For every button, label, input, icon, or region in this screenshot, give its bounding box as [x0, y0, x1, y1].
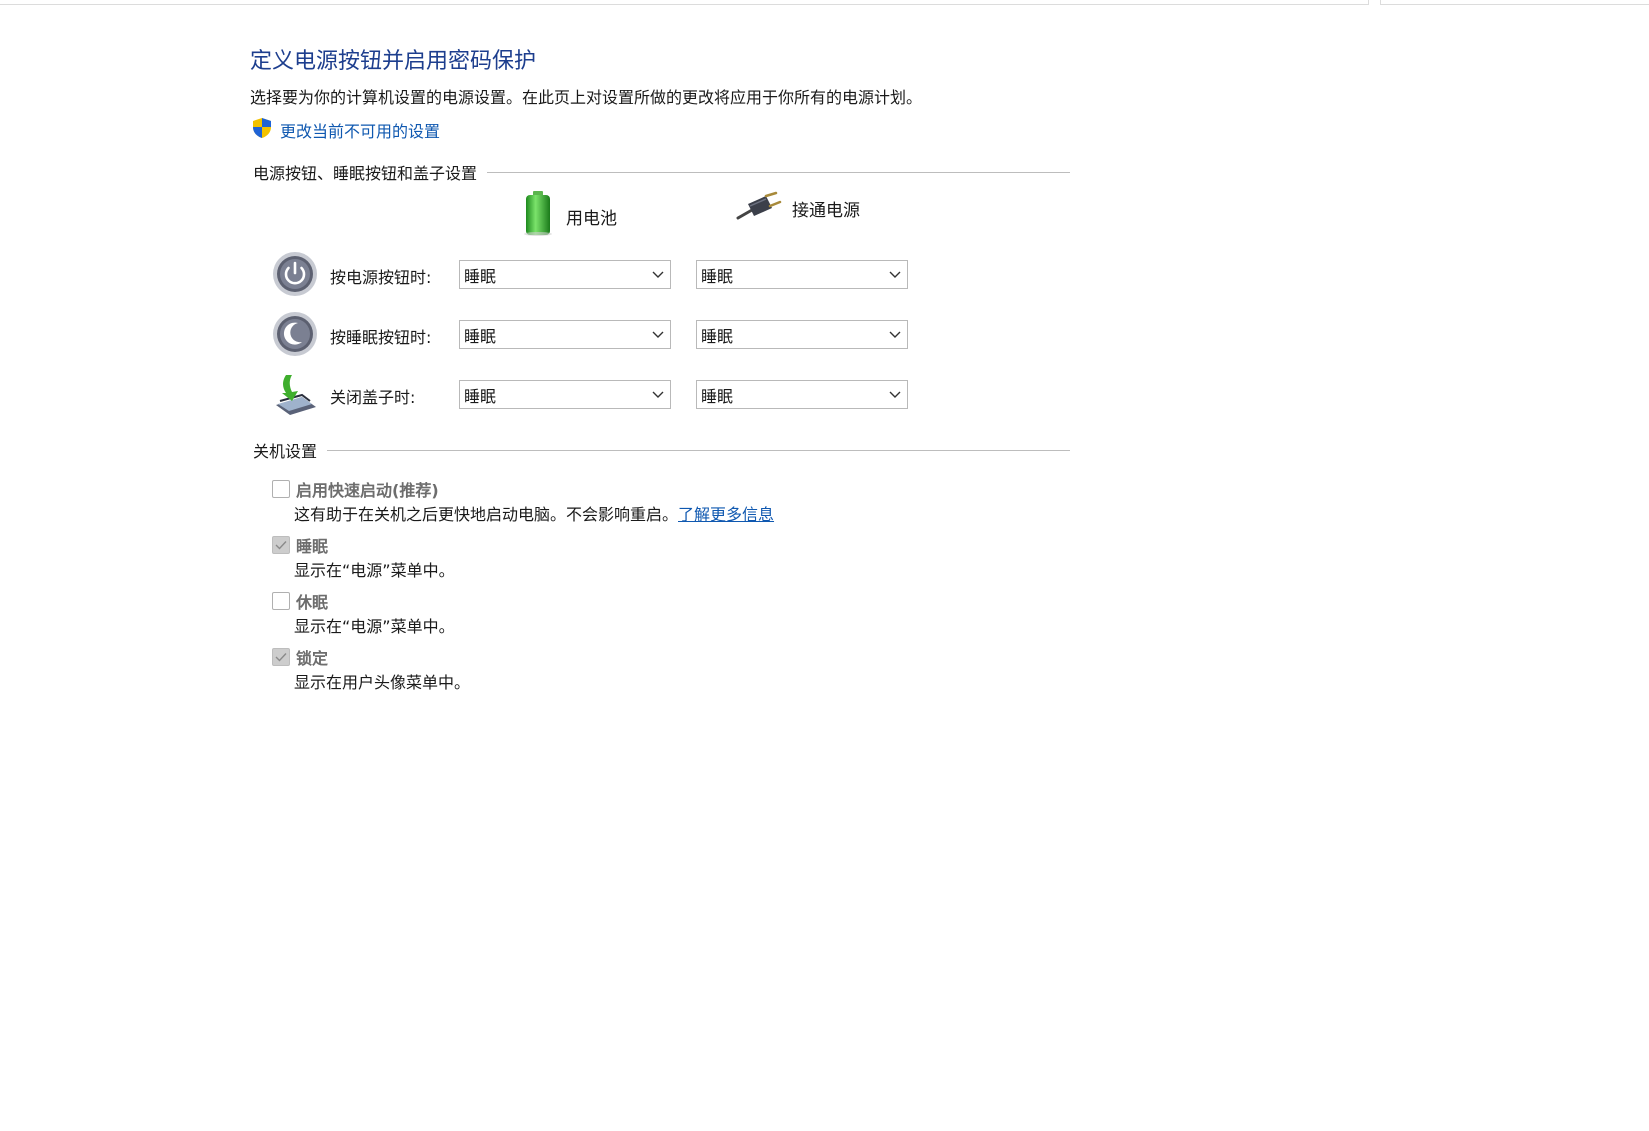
power-button-icon — [272, 251, 318, 297]
chevron-down-icon — [646, 391, 670, 399]
shutdown-settings-group-header: 关机设置 — [253, 438, 1070, 462]
chevron-down-icon — [883, 331, 907, 339]
close-lid-row-label: 关闭盖子时: — [330, 388, 416, 407]
fast-startup-description-text: 这有助于在关机之后更快地启动电脑。不会影响重启。 — [294, 505, 679, 524]
selected-value: 睡眠 — [701, 386, 734, 406]
top-border-right — [1380, 0, 1649, 5]
selected-value: 睡眠 — [464, 326, 497, 346]
hibernate-option[interactable]: 休眠 — [272, 589, 328, 613]
close-lid-plugged-in-select[interactable]: 睡眠 — [696, 380, 908, 409]
shutdown-settings-group-title: 关机设置 — [253, 442, 318, 461]
lock-description: 显示在用户头像菜单中。 — [294, 673, 471, 692]
hibernate-label: 休眠 — [296, 593, 329, 612]
sleep-description: 显示在“电源”菜单中。 — [294, 561, 455, 580]
power-plug-icon — [736, 190, 782, 227]
selected-value: 睡眠 — [701, 326, 734, 346]
power-button-row-label: 按电源按钮时: — [330, 268, 432, 287]
fast-startup-checkbox[interactable] — [272, 480, 290, 498]
column-on-battery: 用电池 — [520, 190, 617, 243]
column-plugged-in: 接通电源 — [736, 190, 860, 227]
selected-value: 睡眠 — [701, 266, 734, 286]
sleep-button-row-label: 按睡眠按钮时: — [330, 328, 432, 347]
column-plugged-in-label: 接通电源 — [792, 201, 860, 221]
selected-value: 睡眠 — [464, 266, 497, 286]
lock-label: 锁定 — [296, 649, 329, 668]
selected-value: 睡眠 — [464, 386, 497, 406]
chevron-down-icon — [883, 271, 907, 279]
change-unavailable-settings-label[interactable]: 更改当前不可用的设置 — [280, 118, 440, 142]
fast-startup-label: 启用快速启动(推荐) — [296, 481, 439, 500]
laptop-lid-icon — [272, 371, 318, 417]
group-divider — [327, 449, 1070, 451]
sleep-button-on-battery-select[interactable]: 睡眠 — [459, 320, 671, 349]
learn-more-link[interactable]: 了解更多信息 — [678, 505, 774, 524]
battery-icon — [520, 190, 556, 243]
power-buttons-group-header: 电源按钮、睡眠按钮和盖子设置 — [253, 160, 1070, 184]
sleep-checkbox[interactable] — [272, 536, 290, 554]
chevron-down-icon — [646, 331, 670, 339]
sleep-label: 睡眠 — [296, 537, 329, 556]
fast-startup-description: 这有助于在关机之后更快地启动电脑。不会影响重启。了解更多信息 — [294, 501, 774, 525]
power-button-on-battery-select[interactable]: 睡眠 — [459, 260, 671, 289]
column-on-battery-label: 用电池 — [566, 209, 617, 229]
page-description: 选择要为你的计算机设置的电源设置。在此页上对设置所做的更改将应用于你所有的电源计… — [250, 88, 923, 107]
fast-startup-option[interactable]: 启用快速启动(推荐) — [272, 477, 439, 501]
hibernate-checkbox[interactable] — [272, 592, 290, 610]
change-unavailable-settings-link[interactable]: 更改当前不可用的设置 — [250, 116, 440, 144]
chevron-down-icon — [883, 391, 907, 399]
sleep-button-icon — [272, 311, 318, 357]
top-border-left — [0, 0, 1369, 5]
chevron-down-icon — [646, 271, 670, 279]
power-buttons-group-title: 电源按钮、睡眠按钮和盖子设置 — [253, 164, 478, 183]
group-divider — [487, 171, 1070, 173]
lock-option[interactable]: 锁定 — [272, 645, 328, 669]
close-lid-on-battery-select[interactable]: 睡眠 — [459, 380, 671, 409]
hibernate-description: 显示在“电源”菜单中。 — [294, 617, 455, 636]
page-title: 定义电源按钮并启用密码保护 — [250, 49, 537, 74]
power-button-plugged-in-select[interactable]: 睡眠 — [696, 260, 908, 289]
sleep-button-plugged-in-select[interactable]: 睡眠 — [696, 320, 908, 349]
lock-checkbox[interactable] — [272, 648, 290, 666]
sleep-option[interactable]: 睡眠 — [272, 533, 328, 557]
uac-shield-icon — [250, 116, 274, 144]
